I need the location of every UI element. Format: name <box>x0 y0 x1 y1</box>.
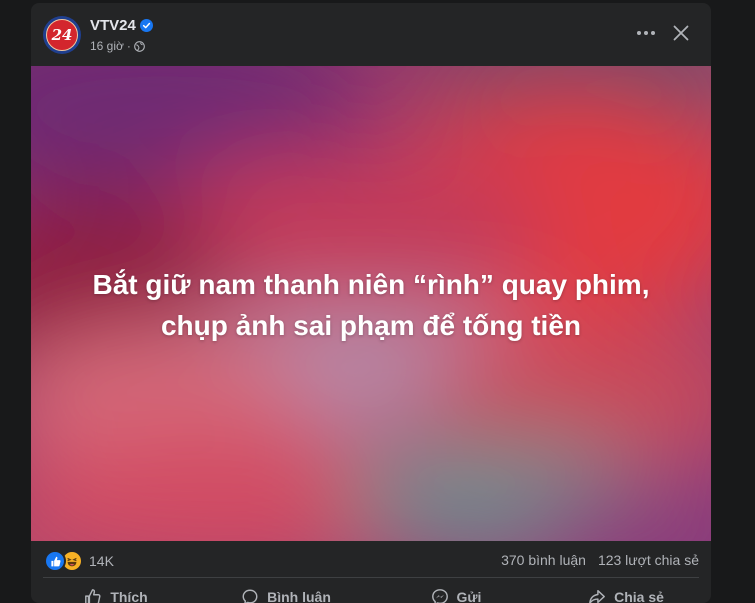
verified-badge-icon <box>139 19 153 32</box>
close-button[interactable] <box>667 19 695 47</box>
meta-separator: · <box>126 39 131 53</box>
post-meta: 16 giờ · <box>90 39 145 53</box>
post-card: 24 VTV24 16 giờ · Bắt giữ nam thanh niên… <box>31 3 711 603</box>
post-image[interactable]: Bắt giữ nam thanh niên “rình” quay phim,… <box>31 66 711 541</box>
post-title-line-2: chụp ảnh sai phạm để tống tiền <box>160 310 582 341</box>
share-count[interactable]: 123 lượt chia sẻ <box>598 552 699 568</box>
thumbs-up-icon <box>85 589 101 603</box>
like-reaction-icon <box>44 550 66 572</box>
comment-count[interactable]: 370 bình luận <box>501 552 586 568</box>
share-icon <box>589 589 606 603</box>
share-button[interactable]: Chia sẻ <box>541 578 711 603</box>
more-horizontal-icon <box>637 31 655 35</box>
avatar-logo: 24 <box>46 19 78 51</box>
like-button[interactable]: Thích <box>31 578 201 603</box>
send-button[interactable]: Gửi <box>371 578 541 603</box>
reaction-count: 14K <box>89 553 114 569</box>
post-title-line-1: Bắt giữ nam thanh niên “rình” quay phim, <box>92 269 650 300</box>
comment-label: Bình luận <box>267 589 331 603</box>
globe-icon <box>134 40 145 52</box>
share-label: Chia sẻ <box>614 589 664 603</box>
post-stats: 14K 370 bình luận 123 lượt chia sẻ <box>31 541 711 579</box>
send-label: Gửi <box>456 589 482 603</box>
close-icon <box>673 25 689 41</box>
more-options-button[interactable] <box>631 21 661 45</box>
comment-icon <box>242 589 258 603</box>
post-title: Bắt giữ nam thanh niên “rình” quay phim,… <box>31 264 711 346</box>
post-header: 24 VTV24 16 giờ · <box>31 3 711 66</box>
avatar[interactable]: 24 <box>43 16 81 54</box>
messenger-icon <box>431 589 448 603</box>
page-name-row: VTV24 <box>90 17 153 34</box>
reactions-summary[interactable]: 14K <box>44 550 114 572</box>
like-label: Thích <box>110 589 148 603</box>
page-name[interactable]: VTV24 <box>90 17 136 34</box>
comment-button[interactable]: Bình luận <box>201 578 371 603</box>
engagement-counts: 370 bình luận 123 lượt chia sẻ <box>501 552 699 568</box>
post-actions: Thích Bình luận Gửi Chia sẻ <box>31 578 711 603</box>
post-time[interactable]: 16 giờ <box>90 39 124 53</box>
